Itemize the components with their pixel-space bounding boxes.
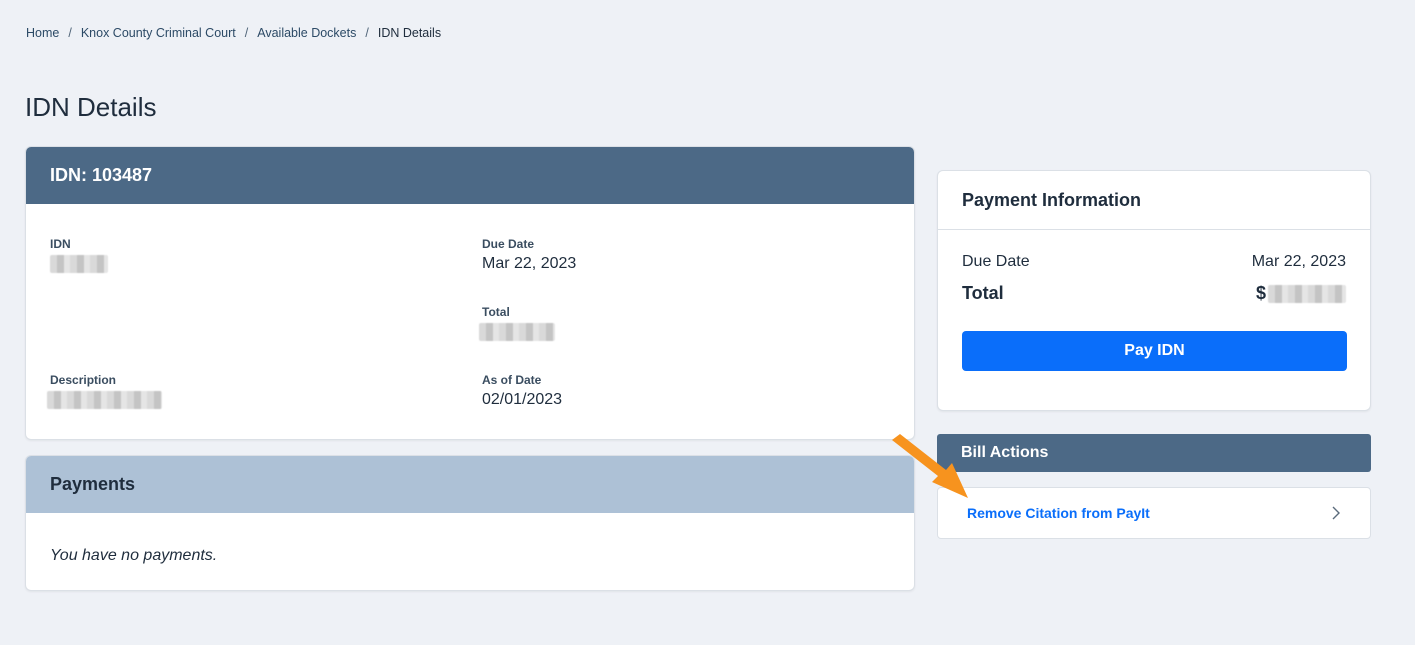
remove-citation-action[interactable]: Remove Citation from PayIt — [937, 487, 1371, 539]
page-title: IDN Details — [25, 92, 157, 122]
payments-header: Payments — [26, 456, 914, 513]
payment-due-date-row: Due Date Mar 22, 2023 — [962, 253, 1346, 271]
payment-information-title: Payment Information — [938, 171, 1370, 230]
payments-card: Payments You have no payments. — [25, 455, 915, 591]
payment-total-label: Total — [962, 283, 1004, 303]
total-value-redacted — [479, 323, 555, 341]
pay-idn-button[interactable]: Pay IDN — [962, 331, 1347, 371]
page: Home / Knox County Criminal Court / Avai… — [0, 0, 1415, 645]
breadcrumb-home[interactable]: Home — [26, 26, 59, 40]
breadcrumb-separator: / — [244, 26, 249, 40]
description-field: Description — [47, 373, 162, 414]
payment-total-value: $ — [1256, 283, 1346, 304]
idn-card-header: IDN: 103487 — [26, 147, 914, 204]
total-label: Total — [482, 305, 510, 319]
breadcrumb-separator: / — [365, 26, 369, 40]
description-value-redacted — [47, 391, 162, 409]
due-date-field: Due Date Mar 22, 2023 — [482, 237, 576, 273]
payment-information-card: Payment Information Due Date Mar 22, 202… — [937, 170, 1371, 411]
as-of-date-value: 02/01/2023 — [482, 391, 563, 408]
as-of-date-field: As of Date 02/01/2023 — [482, 373, 562, 409]
as-of-date-label: As of Date — [482, 373, 542, 387]
breadcrumb-current: IDN Details — [377, 26, 442, 40]
idn-label: IDN — [50, 237, 71, 251]
payment-due-date-label: Due Date — [962, 253, 1030, 270]
breadcrumb-dockets[interactable]: Available Dockets — [257, 26, 356, 40]
description-label: Description — [50, 373, 117, 387]
payment-due-date-value: Mar 22, 2023 — [1251, 253, 1346, 270]
total-field: Total — [479, 305, 555, 346]
bill-actions-header: Bill Actions — [937, 434, 1371, 472]
idn-details-card: IDN: 103487 IDN Due Date Mar 22, 2023 To… — [25, 146, 915, 440]
due-date-label: Due Date — [482, 237, 535, 251]
breadcrumb-court[interactable]: Knox County Criminal Court — [81, 26, 236, 40]
payment-total-redacted — [1268, 284, 1346, 303]
payment-total-row: Total $ — [962, 283, 1346, 304]
chevron-right-icon — [1332, 506, 1340, 520]
idn-field: IDN — [50, 237, 108, 278]
remove-citation-label: Remove Citation from PayIt — [967, 505, 1150, 521]
idn-value-redacted — [50, 255, 108, 273]
breadcrumb: Home / Knox County Criminal Court / Avai… — [26, 26, 441, 40]
payments-empty-text: You have no payments. — [50, 547, 218, 564]
breadcrumb-separator: / — [68, 26, 72, 40]
due-date-value: Mar 22, 2023 — [482, 255, 577, 272]
currency-symbol: $ — [1255, 283, 1266, 303]
